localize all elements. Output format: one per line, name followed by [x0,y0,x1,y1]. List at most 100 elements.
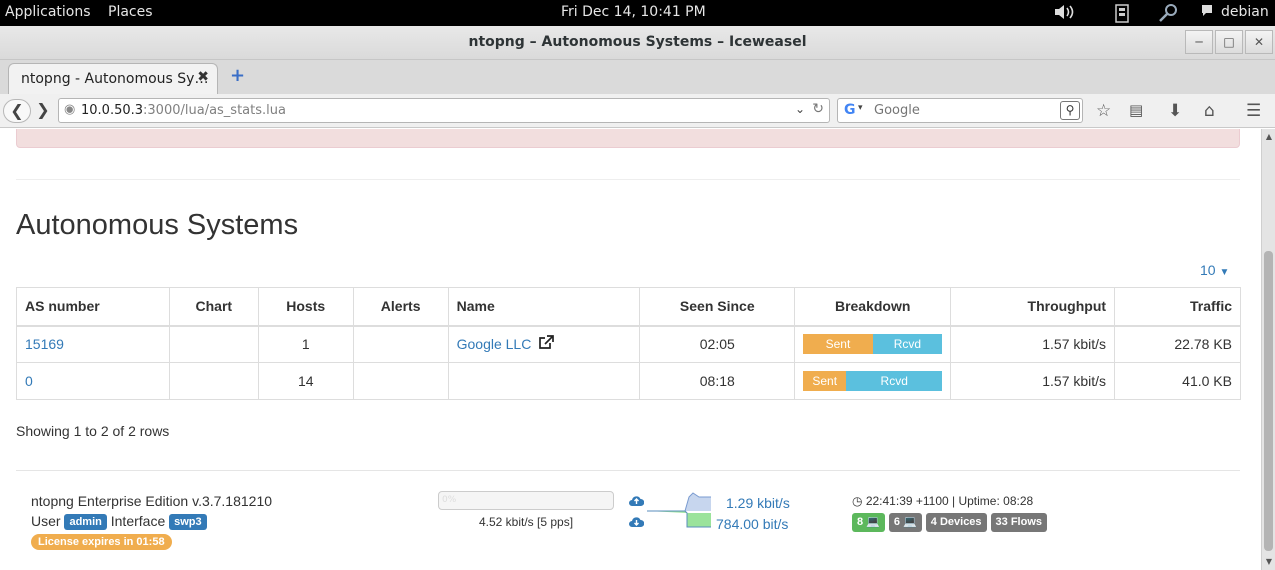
tab-autonomous-systems[interactable]: ntopng - Autonomous Sy… ✖ [8,63,218,94]
col-traffic[interactable]: Traffic [1114,287,1241,327]
col-hosts[interactable]: Hosts [257,287,354,327]
globe-icon: ◉ [64,102,76,117]
pagination-info: Showing 1 to 2 of 2 rows [16,423,170,439]
user-badge[interactable]: admin [64,514,107,530]
window-title: ntopng – Autonomous Systems – Iceweasel [468,34,807,50]
table-row: 0 14 08:18 Sent Rcvd 1.57 kbit/s 41.0 KB [16,362,1241,400]
downloads-icon[interactable]: ⬇ [1168,101,1182,121]
flows-badge[interactable]: 33 Flows [990,513,1048,532]
bookmark-star-icon[interactable]: ☆ [1096,101,1111,121]
chat-icon[interactable] [1200,3,1214,23]
uptime-text: 22:41:39 +1100 | Uptime: 08:28 [865,494,1034,508]
col-breakdown[interactable]: Breakdown [794,287,952,327]
interface-label: Interface [110,513,166,529]
user-interface-line: User admin Interface swp3 [31,513,207,530]
clock-icon: ◷ [852,494,863,508]
scroll-down-icon[interactable]: ▼ [1263,557,1275,566]
rows-per-page-value: 10 [1200,262,1216,278]
laptop-icon: 💻 [903,516,917,528]
traffic-cell: 22.78 KB [1114,325,1241,363]
home-icon[interactable]: ⌂ [1204,101,1215,121]
upload-cloud-icon [629,495,645,510]
external-link-icon[interactable] [533,334,554,353]
devices-badge[interactable]: 4 Devices [925,513,987,532]
search-input[interactable] [874,103,1054,118]
applications-menu[interactable]: Applications [5,4,91,20]
page-title: Autonomous Systems [16,209,299,241]
col-throughput[interactable]: Throughput [950,287,1116,327]
user-menu[interactable]: debian [1221,4,1269,20]
search-engine-dropdown-icon[interactable]: ▾ [858,103,863,113]
local-hosts-badge[interactable]: 8 💻 [852,513,885,532]
remote-hosts-count: 6 [893,516,901,528]
table-row: 15169 1 Google LLC 02:05 Sent Rcvd 1.57 k… [16,325,1241,363]
tab-title: ntopng - Autonomous Sy… [21,71,209,87]
as-name-link[interactable]: Google LLC [457,336,532,352]
divider [16,179,1240,180]
hosts-cell: 14 [257,362,354,400]
scroll-up-icon[interactable]: ▲ [1263,132,1275,141]
breakdown-rcvd: Rcvd [846,371,943,391]
rows-per-page-dropdown[interactable]: 10 ▼ [1200,262,1229,278]
local-hosts-count: 8 [857,516,864,528]
traffic-sparkline [647,492,711,528]
page-viewport: Autonomous Systems 10 ▼ AS number Chart … [0,129,1261,570]
upload-rate[interactable]: 1.29 kbit/s [726,495,790,511]
google-engine-icon[interactable]: G [844,102,856,118]
tab-bar: ntopng - Autonomous Sy… ✖ + [0,60,1275,94]
url-host: 10.0.50.3 [81,103,144,118]
col-name[interactable]: Name [447,287,641,327]
as-number-link[interactable]: 15169 [25,336,64,352]
bandwidth-percent: 0% [442,495,457,505]
search-icon[interactable]: ⚲ [1060,101,1080,120]
window-titlebar: ntopng – Autonomous Systems – Iceweasel … [0,26,1275,60]
scrollbar-thumb[interactable] [1264,251,1273,551]
seen-since-cell: 08:18 [639,362,796,400]
vertical-scrollbar[interactable]: ▲ ▼ [1261,129,1275,570]
as-table: AS number Chart Hosts Alerts Name Seen S… [16,287,1241,400]
traffic-cell: 41.0 KB [1114,362,1241,400]
navigation-toolbar: ❮ ❯ ◉ 10.0.50.3:3000/lua/as_stats.lua ⌄ … [0,94,1275,128]
forward-arrow-icon[interactable]: ❯ [33,99,53,123]
breakdown-bar: Sent Rcvd [803,334,943,355]
url-bar[interactable]: ◉ 10.0.50.3:3000/lua/as_stats.lua ⌄ ↻ [58,98,830,123]
volume-icon[interactable] [1053,3,1077,25]
bandwidth-gauge: 0% [438,491,614,510]
edition-text: ntopng Enterprise Edition v.3.7.181210 [31,493,273,509]
minimize-icon[interactable]: ─ [1185,30,1213,54]
breakdown-rcvd: Rcvd [872,334,943,355]
reload-icon[interactable]: ↻ [812,101,824,117]
license-badge: License expires in 01:58 [31,534,172,550]
menu-hamburger-icon[interactable]: ☰ [1246,101,1261,121]
interface-badge[interactable]: swp3 [169,514,207,530]
url-path: :3000/lua/as_stats.lua [143,103,286,118]
tab-close-icon[interactable]: ✖ [197,69,209,85]
accessibility-icon[interactable] [1157,3,1179,27]
bookmarks-list-icon[interactable]: ▤ [1129,101,1143,119]
new-tab-icon[interactable]: + [230,65,245,86]
search-bar[interactable]: G ▾ ⚲ [837,98,1083,123]
power-icon[interactable] [1113,3,1131,27]
system-clock[interactable]: Fri Dec 14, 10:41 PM [561,4,706,20]
chart-cell [168,362,259,400]
close-window-icon[interactable]: ✕ [1245,30,1273,54]
alerts-cell [352,362,449,400]
maximize-icon[interactable]: □ [1215,30,1243,54]
col-as-number[interactable]: AS number [16,287,170,327]
throughput-cell: 1.57 kbit/s [950,325,1116,363]
status-badges: 8 💻 6 💻 4 Devices 33 Flows [852,513,1048,532]
col-chart[interactable]: Chart [168,287,259,327]
col-seen-since[interactable]: Seen Since [639,287,796,327]
places-menu[interactable]: Places [108,4,153,20]
system-top-bar: Applications Places Fri Dec 14, 10:41 PM… [0,0,1275,26]
back-arrow-icon[interactable]: ❮ [3,99,31,123]
breakdown-bar: Sent Rcvd [803,371,943,391]
uptime-line: ◷ 22:41:39 +1100 | Uptime: 08:28 [852,494,1033,508]
download-rate[interactable]: 784.00 bit/s [716,516,788,532]
col-alerts[interactable]: Alerts [352,287,449,327]
breakdown-sent: Sent [803,371,847,391]
remote-hosts-badge[interactable]: 6 💻 [888,513,922,532]
as-number-link[interactable]: 0 [25,373,33,389]
alert-banner [16,129,1240,148]
url-history-dropdown-icon[interactable]: ⌄ [795,102,805,116]
